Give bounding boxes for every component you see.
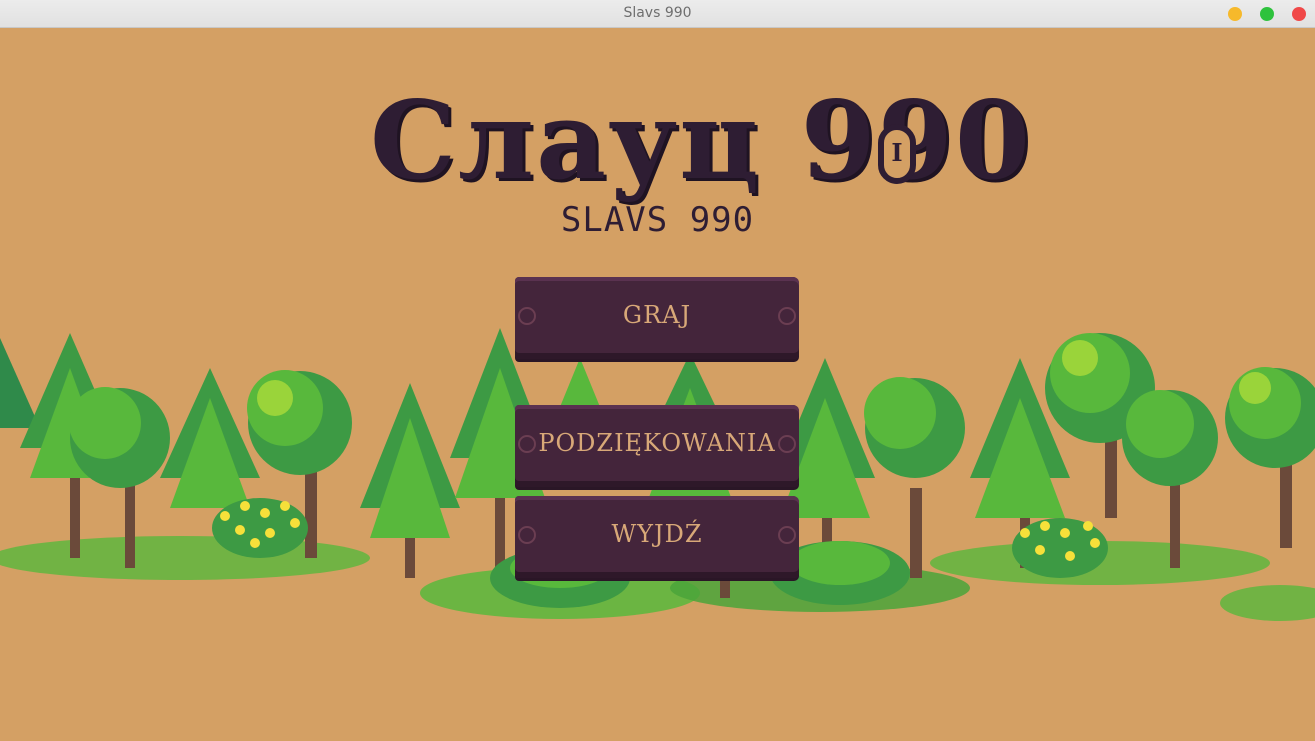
play-button[interactable]: GRAJ xyxy=(515,277,799,359)
minimize-button[interactable] xyxy=(1228,7,1242,21)
maximize-button[interactable] xyxy=(1260,7,1274,21)
quit-button-label: WYJDŹ xyxy=(611,520,703,548)
ornament-icon xyxy=(778,435,796,453)
ornament-icon xyxy=(778,307,796,325)
game-logo: Слауц 990 xyxy=(370,86,1030,196)
credits-button[interactable]: PODZIĘKOWANIA xyxy=(515,405,799,487)
play-button-label: GRAJ xyxy=(622,301,692,329)
main-menu-scene: Слауц 990 I SLAVS 990 GRAJ PODZIĘKOWANIA… xyxy=(0,28,1315,741)
credits-button-label: PODZIĘKOWANIA xyxy=(538,429,776,457)
logo-text: Слауц 990 xyxy=(370,78,1033,204)
ornament-icon xyxy=(778,526,796,544)
logo-badge-icon: I xyxy=(878,124,916,184)
game-subtitle: SLAVS 990 xyxy=(560,200,755,240)
game-window: Slavs 990 Слауц 990 I SLAVS 990 GRAJ POD… xyxy=(0,0,1315,741)
window-title: Slavs 990 xyxy=(623,5,692,21)
window-titlebar[interactable]: Slavs 990 xyxy=(0,0,1315,28)
close-button[interactable] xyxy=(1292,7,1306,21)
quit-button[interactable]: WYJDŹ xyxy=(515,496,799,578)
